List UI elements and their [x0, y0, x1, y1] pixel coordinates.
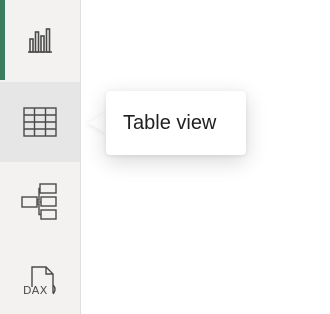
- view-switcher-rail: DAX: [0, 0, 81, 314]
- table-grid-icon: [23, 107, 57, 137]
- report-view-button[interactable]: [0, 0, 80, 80]
- bar-chart-icon: [26, 26, 54, 54]
- dax-icon-label: DAX: [23, 284, 48, 297]
- tooltip-pointer: [88, 112, 107, 134]
- tooltip-text: Table view: [123, 111, 217, 134]
- table-view-button[interactable]: [0, 82, 80, 162]
- dax-query-view-button[interactable]: DAX: [0, 242, 80, 314]
- model-view-button[interactable]: [0, 162, 80, 242]
- dax-document-icon: DAX: [21, 261, 59, 303]
- table-view-tooltip: Table view: [106, 91, 246, 155]
- app-window: DAX Table view: [0, 0, 330, 314]
- model-diagram-icon: [21, 183, 59, 221]
- active-view-indicator: [0, 0, 5, 80]
